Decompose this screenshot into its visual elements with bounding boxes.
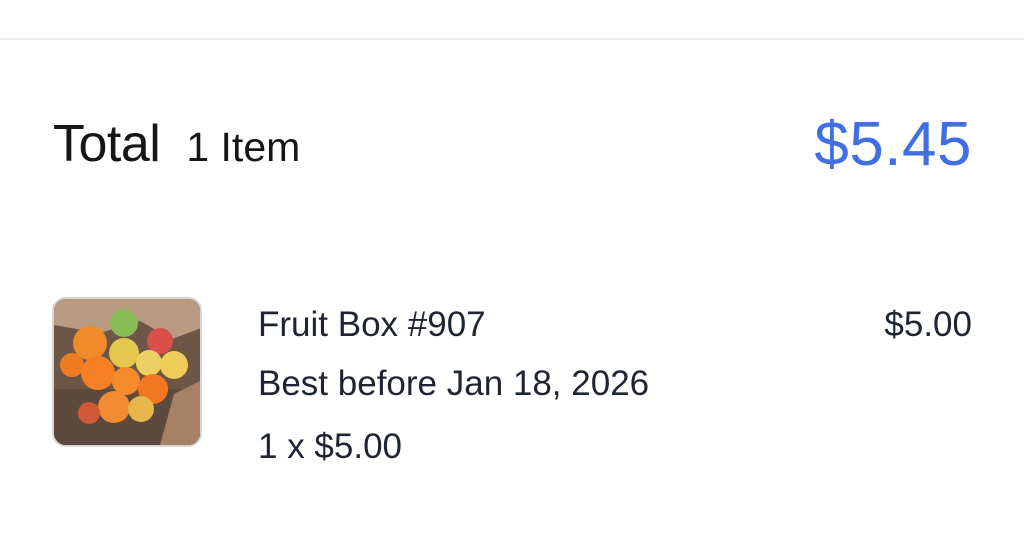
item-count: 1 Item xyxy=(186,124,301,170)
total-amount: $5.45 xyxy=(814,109,972,179)
line-total: $5.00 xyxy=(884,305,972,344)
fruit-box-thumbnail[interactable] xyxy=(52,297,202,447)
quantity-price: 1 x $5.00 xyxy=(258,427,402,466)
total-left: Total 1 Item xyxy=(53,114,300,174)
total-row: Total 1 Item $5.45 xyxy=(53,108,972,180)
line-item[interactable]: Fruit Box #907 Best before Jan 18, 2026 … xyxy=(52,297,972,466)
item-name: Fruit Box #907 xyxy=(258,305,486,344)
top-divider xyxy=(0,38,1024,40)
cart-summary-page: Total 1 Item $5.45 Fruit Box #907 Best b… xyxy=(0,0,1024,556)
total-label: Total xyxy=(53,115,161,173)
fruit-box-photo-icon xyxy=(54,299,200,445)
best-before-date: Best before Jan 18, 2026 xyxy=(258,364,650,403)
